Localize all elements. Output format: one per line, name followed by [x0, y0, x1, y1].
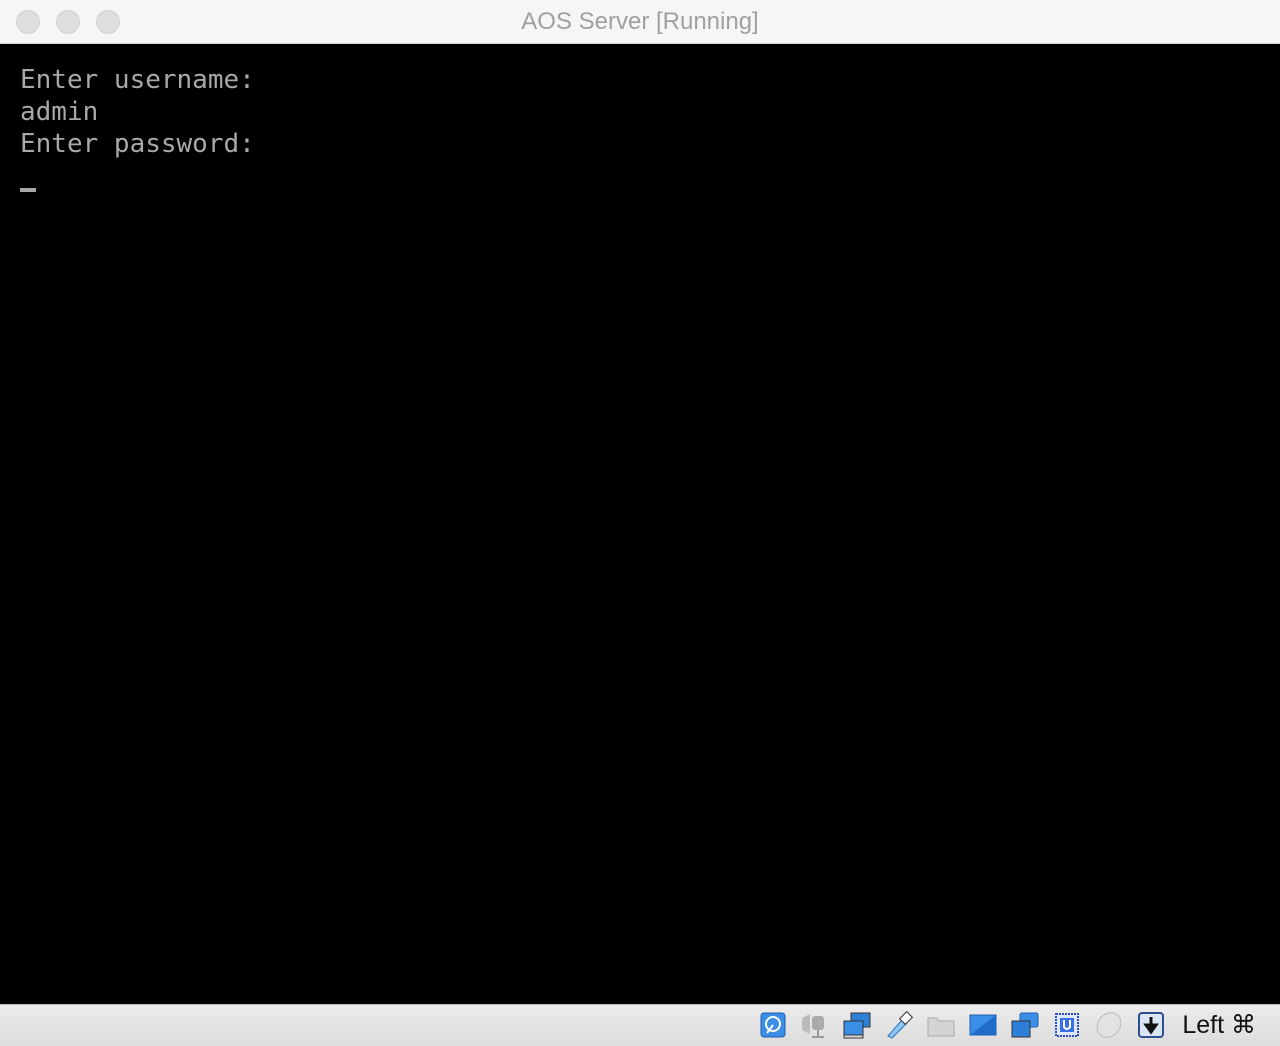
- audio-icon[interactable]: [800, 1010, 830, 1040]
- keyboard-capture-icon[interactable]: [1136, 1010, 1166, 1040]
- usb-icon[interactable]: [884, 1010, 914, 1040]
- terminal-line: Enter username:: [20, 65, 255, 95]
- cpu-icon[interactable]: [1052, 1010, 1082, 1040]
- hard-disk-icon[interactable]: [758, 1010, 788, 1040]
- mouse-integration-icon[interactable]: [1094, 1010, 1124, 1040]
- title-bar: AOS Server [Running]: [0, 0, 1280, 44]
- network-icon[interactable]: [842, 1010, 872, 1040]
- shared-folders-icon[interactable]: [926, 1010, 956, 1040]
- text-cursor: [20, 188, 36, 192]
- host-key-label: Left ⌘: [1182, 1011, 1256, 1039]
- video-capture-icon[interactable]: [1010, 1010, 1040, 1040]
- vm-screen[interactable]: Enter username: admin Enter password:: [0, 44, 1280, 1004]
- display-icon[interactable]: [968, 1010, 998, 1040]
- terminal-output: Enter username: admin Enter password:: [20, 64, 255, 160]
- terminal-line: Enter password:: [20, 129, 255, 159]
- window-title: AOS Server [Running]: [521, 8, 759, 35]
- terminal-line: admin: [20, 97, 99, 127]
- status-bar: Left ⌘: [0, 1004, 1280, 1046]
